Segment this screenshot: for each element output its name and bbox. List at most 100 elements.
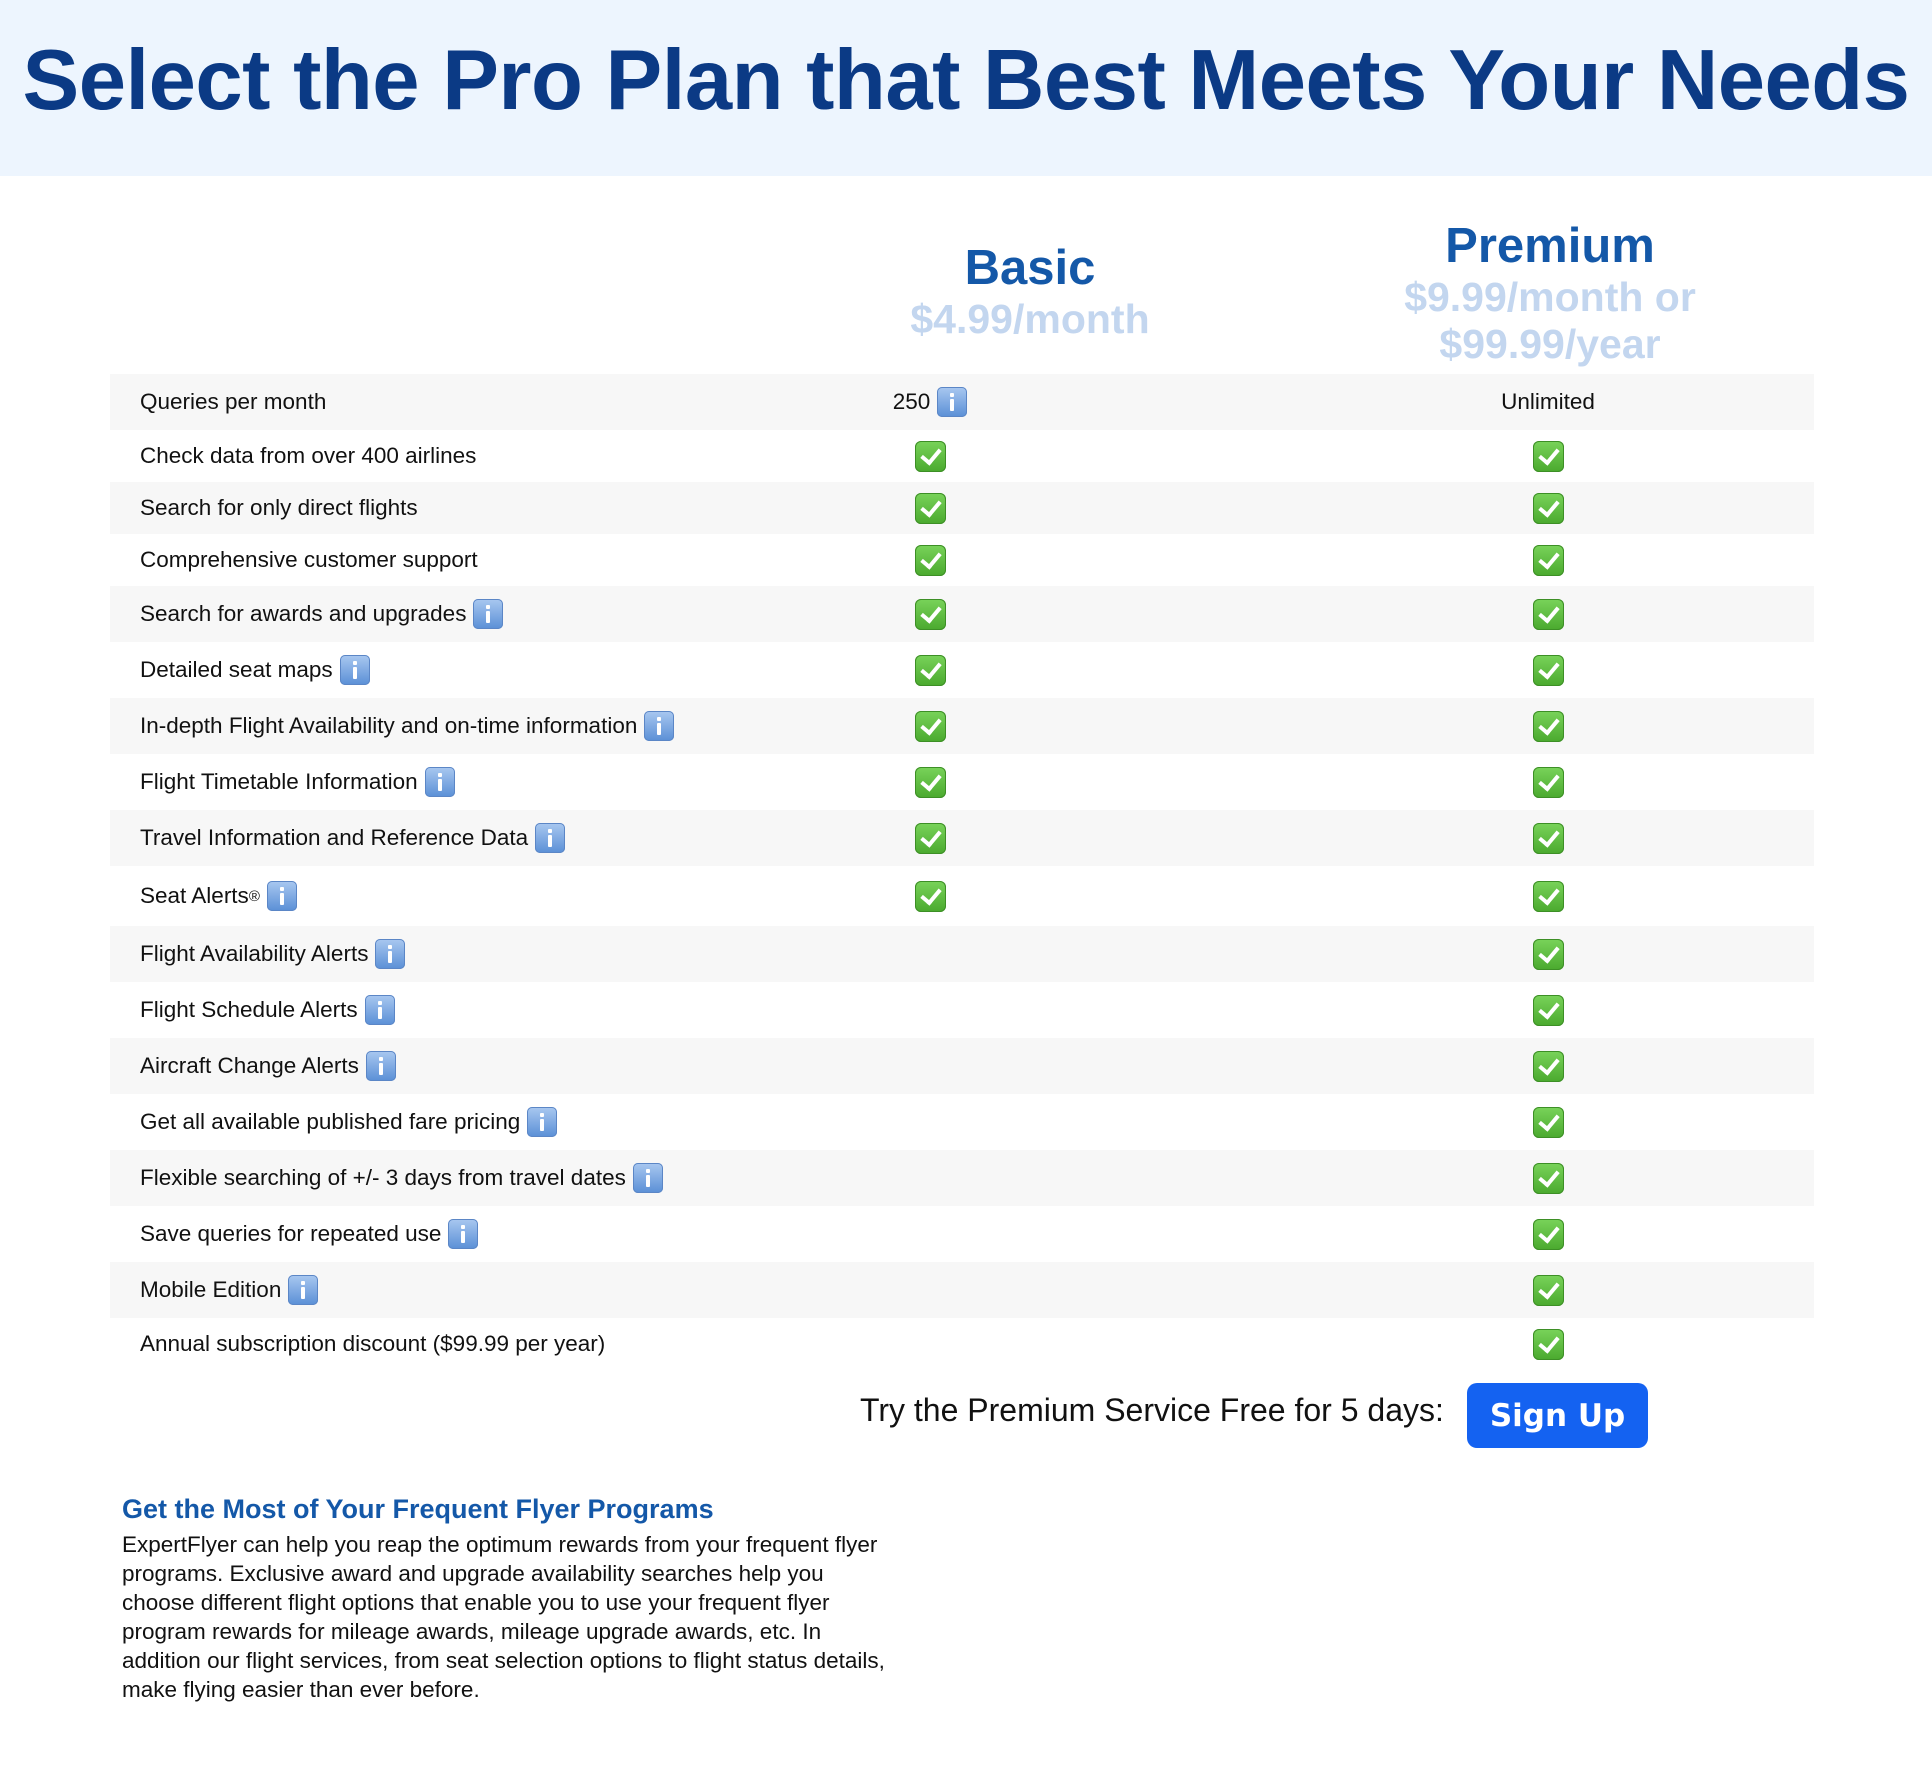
feature-row: Queries per month 250 Unlimited xyxy=(110,374,1814,430)
plan-price: $99.99/year xyxy=(1439,321,1661,367)
info-icon[interactable] xyxy=(535,823,566,853)
registered-mark: ® xyxy=(248,887,260,905)
basic-cell xyxy=(830,766,1030,798)
about-line: programs. Exclusive award and upgrade av… xyxy=(122,1561,824,1586)
info-icon[interactable] xyxy=(937,387,968,417)
premium-cell xyxy=(1448,492,1648,524)
info-icon[interactable] xyxy=(448,1219,479,1249)
feature-row: Search for awards and upgrades xyxy=(110,586,1814,642)
basic-cell xyxy=(830,544,1030,576)
checkmark-icon xyxy=(1532,710,1564,742)
basic-cell xyxy=(830,654,1030,686)
feature-label: Flexible searching of +/- 3 days from tr… xyxy=(140,1163,663,1193)
plan-price: $9.99/month or xyxy=(1404,274,1696,320)
feature-label: Travel Information and Reference Data xyxy=(140,823,566,853)
feature-text: Flexible searching of +/- 3 days from tr… xyxy=(140,1165,626,1190)
feature-text: Seat Alerts xyxy=(140,883,249,908)
feature-label: Get all available published fare pricing xyxy=(140,1107,558,1137)
info-icon[interactable] xyxy=(527,1107,558,1137)
about-line: choose different flight options that ena… xyxy=(122,1590,830,1615)
premium-cell xyxy=(1448,880,1648,912)
feature-label: Annual subscription discount ($99.99 per… xyxy=(140,1331,605,1357)
about-line: make flying easier than ever before. xyxy=(122,1677,480,1702)
premium-cell xyxy=(1448,1106,1648,1138)
premium-cell xyxy=(1448,544,1648,576)
feature-label: In-depth Flight Availability and on-time… xyxy=(140,711,675,741)
info-icon[interactable] xyxy=(364,995,395,1025)
info-icon[interactable] xyxy=(424,767,455,797)
premium-cell xyxy=(1448,822,1648,854)
feature-label: Flight Timetable Information xyxy=(140,767,455,797)
feature-row: Check data from over 400 airlines xyxy=(110,430,1814,482)
feature-row: Flight Schedule Alerts xyxy=(110,982,1814,1038)
checkmark-icon xyxy=(914,598,946,630)
checkmark-icon xyxy=(914,880,946,912)
feature-text: Queries per month xyxy=(140,389,327,414)
feature-row: In-depth Flight Availability and on-time… xyxy=(110,698,1814,754)
checkmark-icon xyxy=(1532,1162,1564,1194)
plan-name: Premium xyxy=(1445,219,1655,273)
feature-row: Detailed seat maps xyxy=(110,642,1814,698)
info-icon[interactable] xyxy=(644,711,675,741)
feature-text: Annual subscription discount ($99.99 per… xyxy=(140,1331,606,1356)
info-icon[interactable] xyxy=(375,939,406,969)
info-icon[interactable] xyxy=(473,599,504,629)
premium-cell xyxy=(1448,994,1648,1026)
sign-up-button[interactable]: Sign Up xyxy=(1467,1383,1648,1448)
feature-label: Flight Schedule Alerts xyxy=(140,995,395,1025)
feature-text: Travel Information and Reference Data xyxy=(140,825,529,850)
plan-price: $4.99/month xyxy=(910,296,1150,342)
feature-row: Travel Information and Reference Data xyxy=(110,810,1814,866)
info-icon[interactable] xyxy=(339,655,370,685)
checkmark-icon xyxy=(914,492,946,524)
checkmark-icon xyxy=(1532,1328,1564,1360)
about-line: addition our flight services, from seat … xyxy=(122,1648,885,1673)
checkmark-icon xyxy=(914,440,946,472)
info-icon[interactable] xyxy=(288,1275,319,1305)
premium-cell xyxy=(1448,1328,1648,1360)
feature-text: Aircraft Change Alerts xyxy=(140,1053,359,1078)
checkmark-icon xyxy=(914,654,946,686)
basic-cell xyxy=(830,710,1030,742)
info-icon[interactable] xyxy=(365,1051,396,1081)
feature-label: Queries per month xyxy=(140,389,326,415)
feature-row: Annual subscription discount ($99.99 per… xyxy=(110,1318,1814,1370)
plan-name: Basic xyxy=(964,241,1096,295)
checkmark-icon xyxy=(914,710,946,742)
feature-label: Flight Availability Alerts xyxy=(140,939,406,969)
basic-cell xyxy=(830,492,1030,524)
feature-text: Mobile Edition xyxy=(140,1277,282,1302)
basic-cell xyxy=(830,880,1030,912)
checkmark-icon xyxy=(1532,598,1564,630)
feature-label: Mobile Edition xyxy=(140,1275,319,1305)
premium-cell: Unlimited xyxy=(1448,389,1648,415)
feature-text: Flight Schedule Alerts xyxy=(140,997,358,1022)
checkmark-icon xyxy=(1532,1274,1564,1306)
feature-text: Flight Timetable Information xyxy=(140,769,418,794)
page-title: Select the Pro Plan that Best Meets Your… xyxy=(22,33,1910,128)
premium-cell xyxy=(1448,710,1648,742)
feature-text: Comprehensive customer support xyxy=(140,547,478,572)
feature-text: Search for awards and upgrades xyxy=(140,601,467,626)
feature-row: Get all available published fare pricing xyxy=(110,1094,1814,1150)
page-header: Select the Pro Plan that Best Meets Your… xyxy=(0,0,1932,176)
feature-text: Save queries for repeated use xyxy=(140,1221,442,1246)
basic-cell xyxy=(830,598,1030,630)
feature-text: Search for only direct flights xyxy=(140,495,418,520)
plan-premium-header: Premium $9.99/month or $99.99/year xyxy=(1378,218,1722,368)
feature-label: Check data from over 400 airlines xyxy=(140,443,476,469)
feature-row: Search for only direct flights xyxy=(110,482,1814,534)
feature-text: Check data from over 400 airlines xyxy=(140,443,477,468)
cell-value: Unlimited xyxy=(1501,389,1595,414)
checkmark-icon xyxy=(1532,544,1564,576)
features-table: Queries per month 250 Unlimited Check data … xyxy=(110,374,1814,1370)
cell-value: 250 xyxy=(892,389,931,414)
info-icon[interactable] xyxy=(632,1163,663,1193)
info-icon[interactable] xyxy=(266,881,297,911)
premium-cell xyxy=(1448,938,1648,970)
premium-cell xyxy=(1448,440,1648,472)
premium-cell xyxy=(1448,1050,1648,1082)
feature-row: Flexible searching of +/- 3 days from tr… xyxy=(110,1150,1814,1206)
checkmark-icon xyxy=(1532,938,1564,970)
feature-label: Search for only direct flights xyxy=(140,495,418,521)
